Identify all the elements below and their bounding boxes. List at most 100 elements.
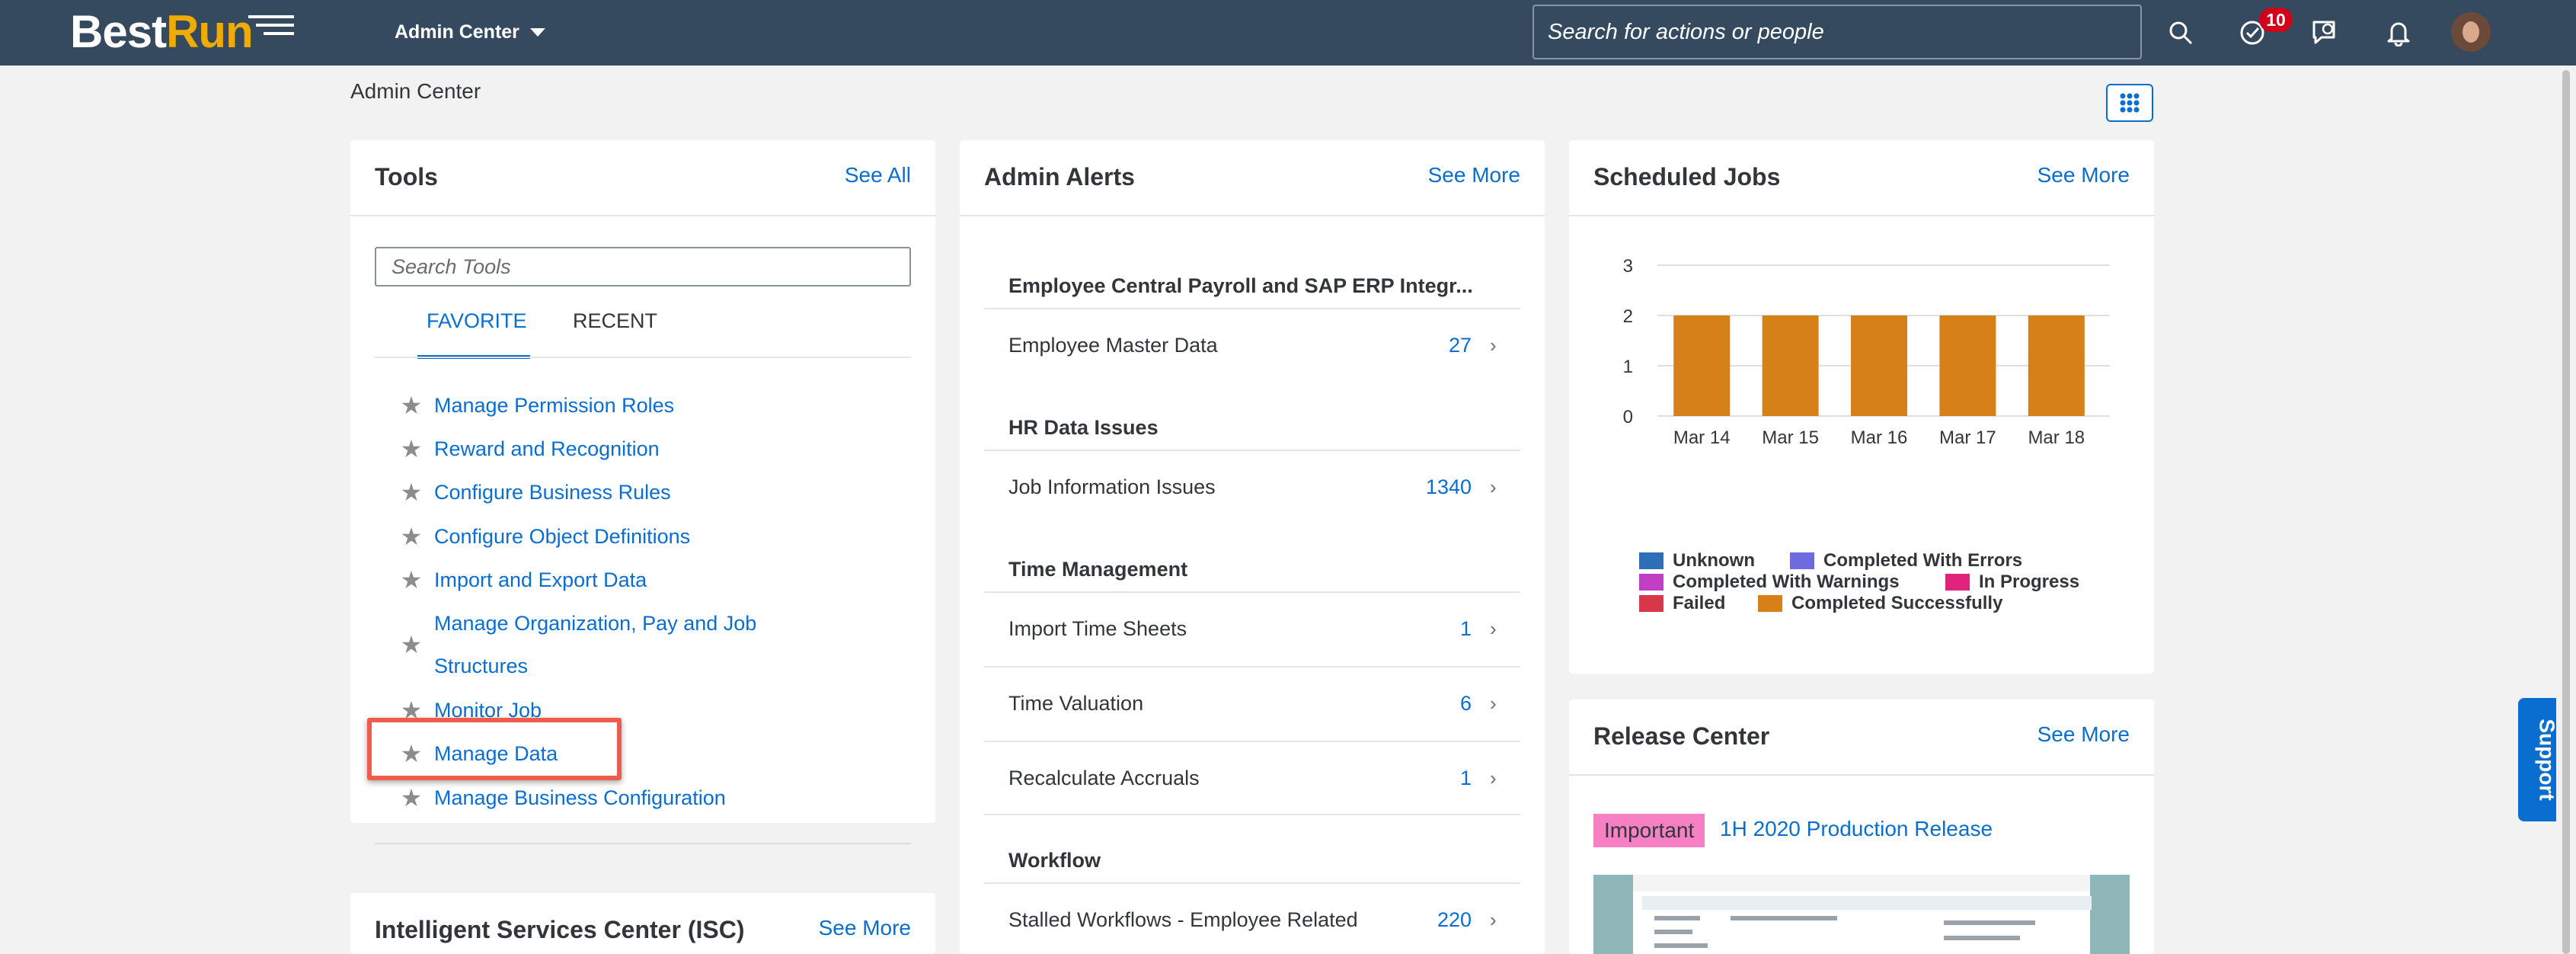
star-icon[interactable]: ★ (396, 384, 427, 427)
star-icon[interactable]: ★ (396, 559, 427, 601)
legend-item[interactable]: Failed (1639, 593, 1725, 614)
tools-search-input[interactable] (375, 247, 911, 287)
scheduled-jobs-see-more-link[interactable]: See More (2037, 163, 2130, 187)
tool-item[interactable]: ★ Configure Business Rules (396, 471, 671, 514)
isc-card: Intelligent Services Center (ISC) See Mo… (350, 893, 935, 954)
alert-row[interactable]: Recalculate Accruals 1 › (984, 741, 1520, 814)
legend-item[interactable]: Completed With Warnings (1639, 571, 1900, 593)
tool-link[interactable]: Manage Organization, Pay and Job Structur… (434, 602, 756, 687)
scheduled-jobs-title: Scheduled Jobs (1593, 163, 1781, 190)
star-icon[interactable]: ★ (396, 471, 427, 514)
tool-item[interactable]: ★ Manage Business Configuration (396, 776, 726, 819)
chevron-right-icon: › (1490, 475, 1497, 498)
highlight-box (367, 718, 622, 780)
legend-label: Completed With Errors (1823, 550, 2023, 571)
tool-link[interactable]: Configure Object Definitions (434, 515, 690, 558)
release-center-see-more-link[interactable]: See More (2037, 722, 2130, 747)
tool-link[interactable]: Manage Business Configuration (434, 776, 726, 819)
legend-swatch (1639, 595, 1664, 612)
x-tick-label: Mar 18 (2028, 427, 2085, 448)
alert-label: Job Information Issues (1008, 475, 1216, 498)
page-scrollbar[interactable] (2556, 66, 2576, 954)
alert-category: Time Management (1008, 558, 1188, 581)
global-search-input[interactable] (1532, 5, 2142, 59)
legend-item[interactable]: Completed With Errors (1790, 550, 2022, 571)
bar (1673, 315, 1731, 416)
admin-alerts-card: Admin Alerts See More Employee Central P… (960, 140, 1545, 954)
page-title: Admin Center (350, 79, 481, 103)
tool-item[interactable]: ★ Import and Export Data (396, 559, 647, 601)
x-tick-label: Mar 14 (1673, 427, 1731, 448)
tab-recent[interactable]: RECENT (573, 309, 657, 346)
grid-icon (2120, 93, 2140, 113)
star-icon[interactable]: ★ (396, 623, 427, 666)
divider (1569, 774, 2154, 776)
chevron-right-icon: › (1490, 766, 1497, 789)
tool-item[interactable]: ★ Manage Permission Roles (396, 384, 674, 427)
tool-item[interactable]: ★ Configure Object Definitions (396, 515, 691, 558)
legend-label: Unknown (1673, 550, 1755, 571)
bestrun-logo[interactable]: Best Run (70, 5, 294, 58)
bar (2028, 315, 2085, 416)
tool-link-line-2[interactable]: Structures (434, 645, 756, 687)
star-icon[interactable]: ★ (396, 776, 427, 819)
star-icon[interactable]: ★ (396, 427, 427, 470)
tool-item[interactable]: ★ Reward and Recognition (396, 427, 660, 470)
alert-count[interactable]: 27 (1449, 334, 1472, 357)
alert-count[interactable]: 1 (1460, 767, 1472, 790)
legend-label: Completed Successfully (1791, 593, 2003, 613)
admin-center-menu[interactable]: Admin Center (395, 17, 545, 47)
logo-speed-lines-icon (248, 15, 302, 40)
admin-alerts-title: Admin Alerts (984, 163, 1135, 190)
tools-card: Tools See All FAVORITE RECENT ★Manage Pe… (350, 140, 935, 844)
bar (1939, 315, 1996, 416)
admin-alerts-see-more-link[interactable]: See More (1428, 163, 1520, 187)
scrollbar-thumb[interactable] (2562, 70, 2570, 954)
shell-bar: BestRun Admin Center 10 (0, 0, 2576, 66)
tools-see-all-link[interactable]: See All (845, 163, 911, 187)
alert-row[interactable]: Import Time Sheets 1 › (984, 591, 1520, 664)
legend-swatch (1790, 552, 1814, 569)
search-icon[interactable] (2162, 14, 2200, 52)
tool-link[interactable]: Configure Business Rules (434, 471, 671, 514)
star-icon[interactable]: ★ (396, 515, 427, 558)
release-link[interactable]: 1H 2020 Production Release (1720, 817, 1993, 841)
alert-count[interactable]: 1 (1460, 617, 1472, 641)
important-badge: Important (1593, 814, 1705, 847)
tab-favorite[interactable]: FAVORITE (417, 309, 530, 359)
legend-label: Failed (1673, 593, 1726, 613)
x-tick-label: Mar 17 (1939, 427, 1996, 448)
alert-row[interactable]: Stalled Workflows - Employee Related 220 › (984, 882, 1520, 954)
alert-row[interactable]: Time Valuation 6 › (984, 666, 1520, 739)
chevron-right-icon: › (1490, 333, 1497, 357)
isc-see-more-link[interactable]: See More (819, 916, 911, 940)
legend-label: Completed With Warnings (1673, 571, 1900, 592)
notification-bell-icon[interactable] (2379, 14, 2418, 52)
tool-link[interactable]: Manage Permission Roles (434, 384, 674, 427)
alert-label: Employee Master Data (1008, 333, 1218, 357)
y-tick-label: 3 (1623, 256, 1633, 277)
tool-link[interactable]: Import and Export Data (434, 559, 647, 601)
y-tick-label: 2 (1623, 306, 1633, 327)
tool-link-line-1[interactable]: Manage Organization, Pay and Job (434, 602, 756, 645)
release-preview-image[interactable] (1593, 875, 2130, 954)
scheduled-jobs-card: Scheduled Jobs See More 0 1 2 3 Mar 14 Mar 15… (1569, 140, 2154, 674)
alert-category: Employee Central Payroll and SAP ERP Int… (1008, 274, 1473, 297)
alert-label: Recalculate Accruals (1008, 766, 1200, 789)
alert-count[interactable]: 6 (1460, 692, 1472, 716)
alert-label: Stalled Workflows - Employee Related (1008, 908, 1358, 931)
app-grid-button[interactable] (2106, 84, 2153, 122)
tool-item[interactable]: ★ Manage Organization, Pay and Job Struct… (396, 602, 757, 687)
legend-item[interactable]: In Progress (1945, 571, 2079, 593)
user-avatar[interactable] (2451, 12, 2491, 52)
alert-count[interactable]: 220 (1437, 908, 1472, 932)
legend-item[interactable]: Completed Successfully (1758, 593, 2002, 614)
feedback-icon[interactable] (2306, 14, 2344, 52)
tool-link[interactable]: Reward and Recognition (434, 427, 660, 470)
alert-row[interactable]: Employee Master Data 27 › (984, 308, 1520, 381)
alert-row[interactable]: Job Information Issues 1340 › (984, 450, 1520, 523)
alert-count[interactable]: 1340 (1426, 475, 1472, 499)
legend-item[interactable]: Unknown (1639, 550, 1755, 571)
alert-category: Workflow (1008, 849, 1101, 872)
isc-title: Intelligent Services Center (ISC) (375, 916, 745, 943)
